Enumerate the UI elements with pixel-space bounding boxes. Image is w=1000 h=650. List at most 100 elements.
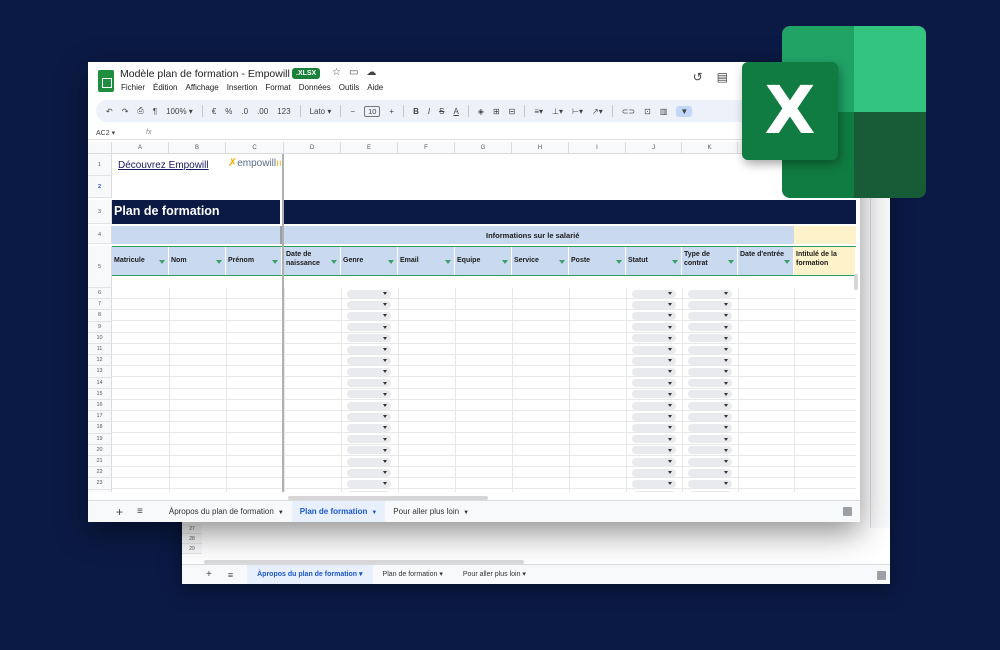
dropdown-chip[interactable] [688,311,732,320]
dropdown-chip[interactable] [688,345,732,354]
font-select[interactable]: Lato ▾ [310,107,332,116]
dropdown-chip[interactable] [688,334,732,343]
table-row[interactable] [112,389,856,400]
dropdown-chip[interactable] [688,289,732,298]
dropdown-chip[interactable] [632,356,676,365]
dropdown-chip[interactable] [347,289,391,298]
menu-insertion[interactable]: Insertion [227,83,258,92]
table-row[interactable] [112,299,856,311]
strikethrough-button[interactable]: S [439,107,444,116]
dropdown-chip[interactable] [688,446,732,455]
header-statut[interactable]: Statut [626,247,682,275]
dropdown-chip[interactable] [632,479,676,488]
horizontal-align-icon[interactable]: ≡▾ [534,107,543,116]
decrease-font-size-button[interactable]: − [350,107,355,116]
dropdown-chip[interactable] [688,367,732,376]
dropdown-chip[interactable] [632,379,676,388]
dropdown-chip[interactable] [688,412,732,421]
table-row[interactable] [112,355,856,367]
undo-icon[interactable]: ↶ [106,107,113,116]
sheets-logo-icon[interactable] [98,70,114,92]
dropdown-chip[interactable] [347,311,391,320]
fill-color-icon[interactable]: ◈ [478,107,484,116]
header-genre[interactable]: Genre [341,247,398,275]
dropdown-chip[interactable] [688,356,732,365]
vertical-align-icon[interactable]: ⊥▾ [552,107,563,116]
tab-plan-de-formation[interactable]: Plan de formation ▾ [373,565,453,585]
table-row[interactable] [112,333,856,344]
column-header[interactable]: H [512,142,569,154]
table-row[interactable] [112,378,856,389]
row-number[interactable]: 10 [88,332,112,344]
row-number[interactable]: 14 [88,377,112,389]
table-row[interactable] [112,445,856,456]
dropdown-chip[interactable] [347,379,391,388]
insert-comment-icon[interactable]: ⊡ [644,107,651,116]
dropdown-chip[interactable] [347,323,391,332]
table-row[interactable] [112,310,856,322]
currency-format-button[interactable]: € [212,107,216,116]
row-number[interactable]: 4 [88,226,112,244]
dropdown-chip[interactable] [688,479,732,488]
insert-chart-icon[interactable]: ▥ [660,107,668,116]
column-header[interactable]: A [112,142,169,154]
bold-button[interactable]: B [413,107,419,116]
explore-icon[interactable] [843,507,852,516]
select-all-corner[interactable] [88,142,112,154]
comments-icon[interactable]: ▤ [717,70,728,84]
dropdown-chip[interactable] [347,300,391,309]
dropdown-chip[interactable] [688,468,732,477]
column-header[interactable]: C [226,142,284,154]
redo-icon[interactable]: ↷ [122,107,129,116]
column-header[interactable]: E [341,142,398,154]
table-row[interactable] [112,490,856,492]
row-number[interactable]: 20 [88,444,112,456]
table-row[interactable] [112,288,856,299]
dropdown-chip[interactable] [347,401,391,410]
history-icon[interactable]: ↺ [693,70,703,84]
row-number[interactable]: 16 [88,400,112,412]
dropdown-chip[interactable] [688,435,732,444]
dropdown-chip[interactable] [347,435,391,444]
column-header[interactable]: B [169,142,226,154]
row-number[interactable]: 18 [88,422,112,434]
menu-outils[interactable]: Outils [339,83,359,92]
header-service[interactable]: Service [512,247,569,275]
dropdown-chip[interactable] [347,479,391,488]
text-color-button[interactable]: A [453,107,458,116]
header-poste[interactable]: Poste [569,247,626,275]
menu-fichier[interactable]: Fichier [121,83,145,92]
font-size-input[interactable]: 10 [364,105,381,117]
column-header[interactable]: G [455,142,512,154]
row-number[interactable]: 2 [88,176,112,198]
dropdown-chip[interactable] [632,323,676,332]
table-row[interactable] [112,422,856,434]
move-folder-icon[interactable]: ▭ [349,67,358,78]
dropdown-chip[interactable] [632,390,676,399]
borders-icon[interactable]: ⊞ [493,107,500,116]
dropdown-chip[interactable] [347,390,391,399]
header-type-de-contrat[interactable]: Type de contrat [682,247,738,275]
dropdown-chip[interactable] [347,446,391,455]
dropdown-chip[interactable] [347,356,391,365]
header-date-de-naissance[interactable]: Date de naissance [284,247,341,275]
dropdown-chip[interactable] [632,457,676,466]
column-header[interactable]: D [284,142,341,154]
row-number[interactable]: 6 [88,288,112,300]
table-row[interactable] [112,344,856,355]
dropdown-chip[interactable] [632,435,676,444]
empowill-link[interactable]: Découvrez Empowill [118,160,209,171]
menu-aide[interactable]: Aide [367,83,383,92]
dropdown-chip[interactable] [632,468,676,477]
row-number[interactable]: 12 [88,355,112,367]
dropdown-chip[interactable] [347,334,391,343]
star-icon[interactable]: ☆ [332,67,341,78]
header-nom[interactable]: Nom [169,247,226,275]
row-number[interactable]: 21 [88,456,112,468]
dropdown-chip[interactable] [347,457,391,466]
dropdown-chip[interactable] [632,311,676,320]
dropdown-chip[interactable] [632,423,676,432]
menu-donnees[interactable]: Données [299,83,331,92]
dropdown-chip[interactable] [688,379,732,388]
dropdown-chip[interactable] [632,289,676,298]
